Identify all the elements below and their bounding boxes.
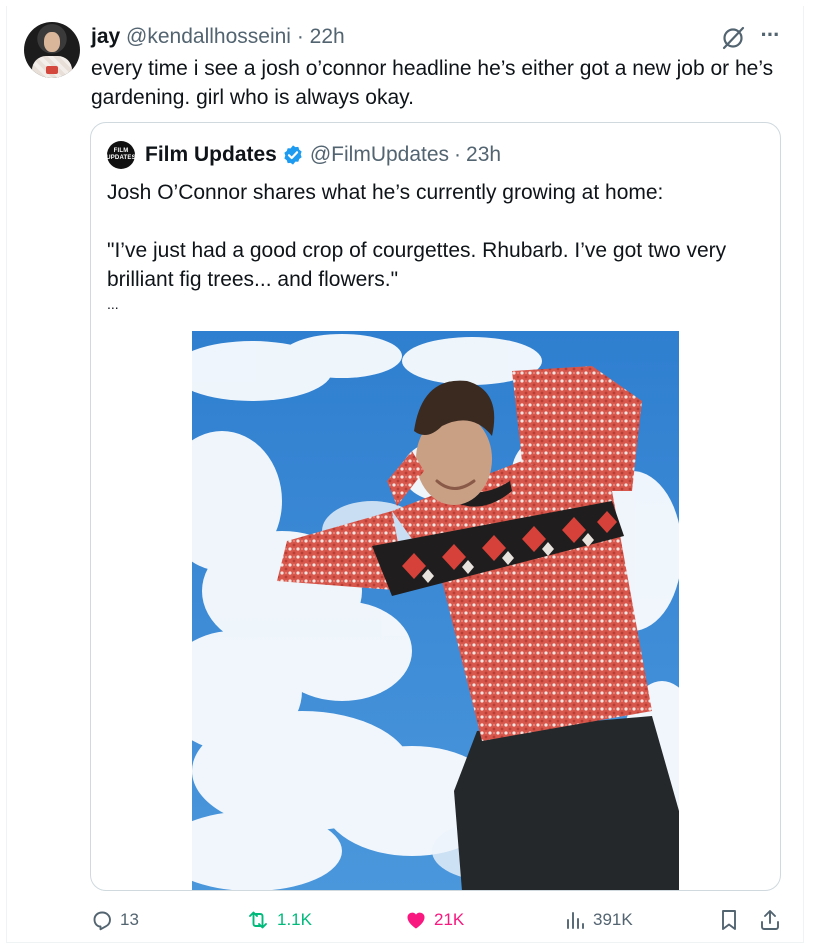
repost-icon <box>249 911 267 929</box>
tweet-text: every time i see a josh o’connor headlin… <box>91 57 774 109</box>
tweet-time[interactable]: 22h <box>310 25 345 48</box>
views-button[interactable]: 391K <box>563 900 633 940</box>
quoted-line-2: "I’ve just had a good crop of courgettes… <box>107 239 727 291</box>
author-name[interactable]: jay <box>91 25 120 48</box>
quoted-time[interactable]: 23h <box>466 142 501 168</box>
header-separator: · <box>296 25 304 48</box>
repost-count: 1.1K <box>277 910 312 929</box>
avatar-face <box>44 32 60 52</box>
quoted-author-handle[interactable]: @FilmUpdates <box>310 142 449 168</box>
quoted-separator: · <box>454 143 462 166</box>
quoted-line-1: Josh O’Connor shares what he’s currently… <box>107 181 664 204</box>
quoted-photo[interactable] <box>192 331 679 891</box>
views-count: 391K <box>593 910 633 929</box>
share-button[interactable] <box>758 900 788 940</box>
verified-badge-icon <box>284 145 302 165</box>
reply-count: 13 <box>120 910 139 929</box>
author-handle[interactable]: @kendallhosseini <box>126 25 291 48</box>
quoted-header: Film Updates @FilmUpdates · 23h <box>145 142 501 168</box>
share-icon <box>761 910 779 930</box>
views-icon <box>567 912 584 929</box>
action-bar: 13 1.1K 21K 391K <box>0 900 824 940</box>
quoted-author-name[interactable]: Film Updates <box>145 142 277 168</box>
like-button[interactable]: 21K <box>404 900 464 940</box>
bookmark-button[interactable] <box>718 900 746 940</box>
quoted-tweet[interactable]: FILM UPDATES Film Updates @FilmUpdates ·… <box>90 122 781 891</box>
like-count: 21K <box>434 910 465 929</box>
more-icon[interactable]: ··· <box>758 24 782 46</box>
like-icon <box>407 912 425 929</box>
tweet-header: jay @kendallhosseini · 22h <box>91 24 345 50</box>
quoted-line-3: ... <box>107 296 119 312</box>
avatar-shirt <box>32 56 72 78</box>
reply-icon <box>93 911 111 931</box>
bookmark-icon <box>722 910 736 930</box>
quoted-avatar[interactable]: FILM UPDATES <box>106 141 136 169</box>
grok-icon[interactable] <box>720 25 746 51</box>
avatar[interactable] <box>24 22 80 78</box>
quoted-text: Josh O’Connor shares what he’s currently… <box>107 178 757 314</box>
reply-button[interactable]: 13 <box>90 900 139 940</box>
repost-button[interactable]: 1.1K <box>245 900 312 940</box>
